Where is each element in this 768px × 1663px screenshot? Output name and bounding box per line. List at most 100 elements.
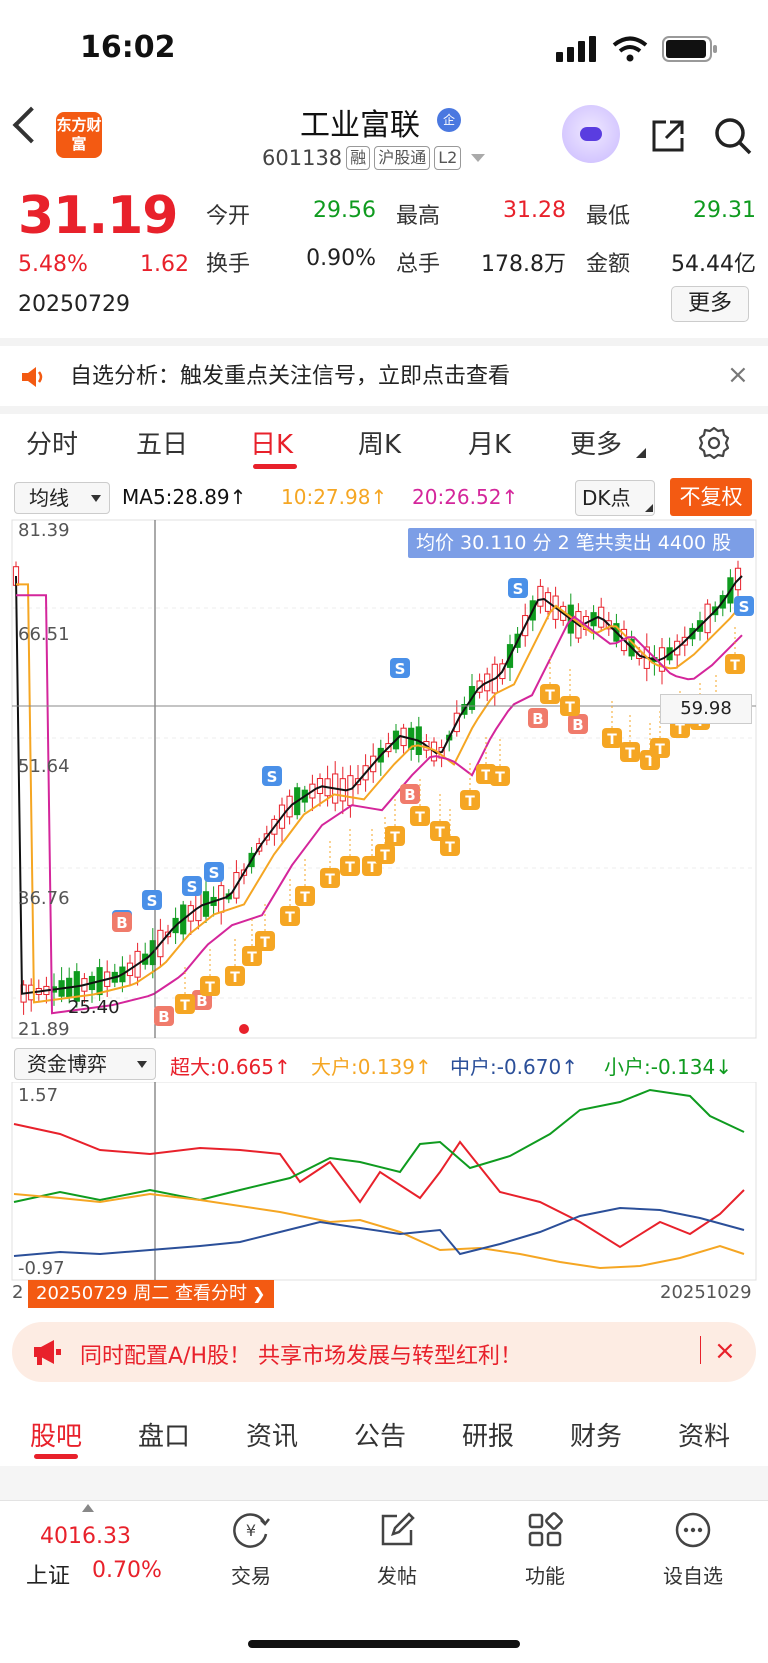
candle [537,585,544,607]
open-value: 29.56 [313,198,376,223]
tab-profile[interactable]: 资料 [678,1416,730,1453]
more-dots-icon [675,1512,711,1548]
status-time: 16:02 [80,30,176,65]
promo-banner-text[interactable]: 同时配置A/H股！ 共享市场发展与转型红利！ [80,1338,522,1370]
high-label: 最高 [396,204,441,229]
tab-intraday[interactable]: 分时 [26,424,78,461]
dk-point-button[interactable]: DK点 [575,480,655,516]
t-marker-letter: T [730,658,740,674]
trade-marker-letter: S [513,580,524,598]
tab-forum[interactable]: 股吧 [30,1416,82,1453]
notice-text[interactable]: 自选分析：触发重点关注信号，立即点击查看 [70,358,510,390]
banner-divider [700,1336,701,1364]
tab-financials[interactable]: 财务 [570,1416,622,1453]
y-tick: 66.51 [18,624,70,645]
ma5-value: MA5:28.89↑ [122,485,247,509]
current-price: 31.19 [18,186,178,246]
banner-close-button[interactable]: × [714,1336,736,1366]
adjust-button[interactable]: 不复权 [670,478,752,516]
share-icon[interactable] [650,118,686,154]
quote-date: 20250729 [18,292,130,317]
tab-news[interactable]: 资讯 [246,1416,298,1453]
search-icon[interactable] [713,116,753,156]
nav-add-watchlist-label: 设自选 [663,1564,723,1588]
amount-value: 54.44亿 [671,252,756,277]
price-change: 1.62 [140,252,189,277]
chart-frame [11,519,757,1039]
large-fund-value: 大户:0.139↑ [311,1055,432,1079]
trade-marker-letter: S [739,598,750,616]
t-marker-letter: T [285,910,295,926]
t-marker-letter: T [465,794,475,810]
stock-code: 601138 [262,146,343,170]
fund-chart[interactable] [0,1082,768,1282]
super-fund-value: 超大:0.665↑ [170,1055,291,1079]
tab-weekly-k[interactable]: 周K [358,424,401,461]
trade-marker-letter: S [147,892,158,910]
nav-trade[interactable]: ¥ 交易 [196,1510,306,1589]
nav-functions[interactable]: 功能 [490,1510,600,1589]
tab-daily-k[interactable]: 日K [250,424,293,461]
wifi-icon [612,36,648,62]
low-label: 最低 [586,204,631,229]
t-marker-letter: T [495,770,505,786]
ma-select[interactable]: 均线 [14,482,110,514]
crosshair-price-tag: 59.98 [660,694,752,724]
t-marker-letter: T [367,860,377,876]
t-marker-letter: T [675,722,685,738]
tab-orderbook[interactable]: 盘口 [138,1416,190,1453]
index-name[interactable]: 上证 [26,1558,70,1590]
gear-icon[interactable] [697,426,731,460]
trade-marker-letter: B [116,914,127,932]
svg-text:¥: ¥ [246,1521,256,1540]
more-button[interactable]: 更多 [671,286,749,322]
ai-assistant-icon[interactable] [562,105,620,163]
grid-icon [528,1512,563,1547]
y-tick: 21.89 [18,1019,70,1040]
tab-monthly-k[interactable]: 月K [468,424,511,461]
trade-marker-letter: S [267,768,278,786]
tab-announcements[interactable]: 公告 [354,1416,406,1453]
t-marker-letter: T [445,840,455,856]
tab-research[interactable]: 研报 [462,1416,514,1453]
fund-indicator-select[interactable]: 资金博弈 [14,1048,156,1080]
notice-close-button[interactable]: × [727,360,749,390]
volume-label: 总手 [396,252,441,277]
t-marker-letter: T [607,732,617,748]
t-marker-letter: T [325,872,335,888]
trade-marker-letter: S [187,878,198,896]
fund-y-top: 1.57 [18,1085,59,1106]
nav-post[interactable]: 发帖 [342,1510,452,1589]
view-intraday-tag[interactable]: 20250729 周二 查看分时 ❯ [28,1280,274,1308]
t-marker-letter: T [390,830,400,846]
nav-trade-label: 交易 [231,1564,271,1588]
fund-line-3 [13,1206,745,1257]
t-marker-letter: T [625,746,635,762]
date-tag-label: 20250729 周二 查看分时 [36,1283,248,1304]
fund-select-label: 资金博弈 [27,1052,107,1076]
kline-chart[interactable]: SSSSSSSSBBBBBBTTTTTTTTTTTTTTTTTTTTTTTTTT… [0,516,768,1046]
ma20-line [16,594,743,1015]
t-marker-letter: T [565,700,575,716]
nav-add-watchlist[interactable]: 设自选 [638,1510,748,1589]
corner-caret-icon [645,504,653,512]
tag-margin: 融 [346,146,371,170]
tab-more[interactable]: 更多 [570,424,622,461]
index-percent[interactable]: 0.70% [92,1558,162,1583]
open-label: 今开 [206,204,251,229]
start-date-fragment: 2 [12,1282,24,1303]
ma20-value: 20:26.52↑ [412,485,519,509]
divider [0,406,768,414]
t-marker-letter: T [230,970,240,986]
volume-value: 178.8万 [481,252,566,277]
back-icon[interactable] [12,106,50,144]
tab-five-day[interactable]: 五日 [136,424,188,461]
index-value[interactable]: 4016.33 [40,1524,131,1549]
small-fund-value: 小户:-0.134↓ [604,1055,732,1079]
trade-marker-letter: B [572,716,583,734]
megaphone-icon [34,1340,61,1365]
low-value: 29.31 [693,198,756,223]
turnover-label: 换手 [206,252,251,277]
stock-code-row[interactable]: 601138 融 沪股通 L2 [262,146,486,170]
home-indicator [248,1640,520,1648]
